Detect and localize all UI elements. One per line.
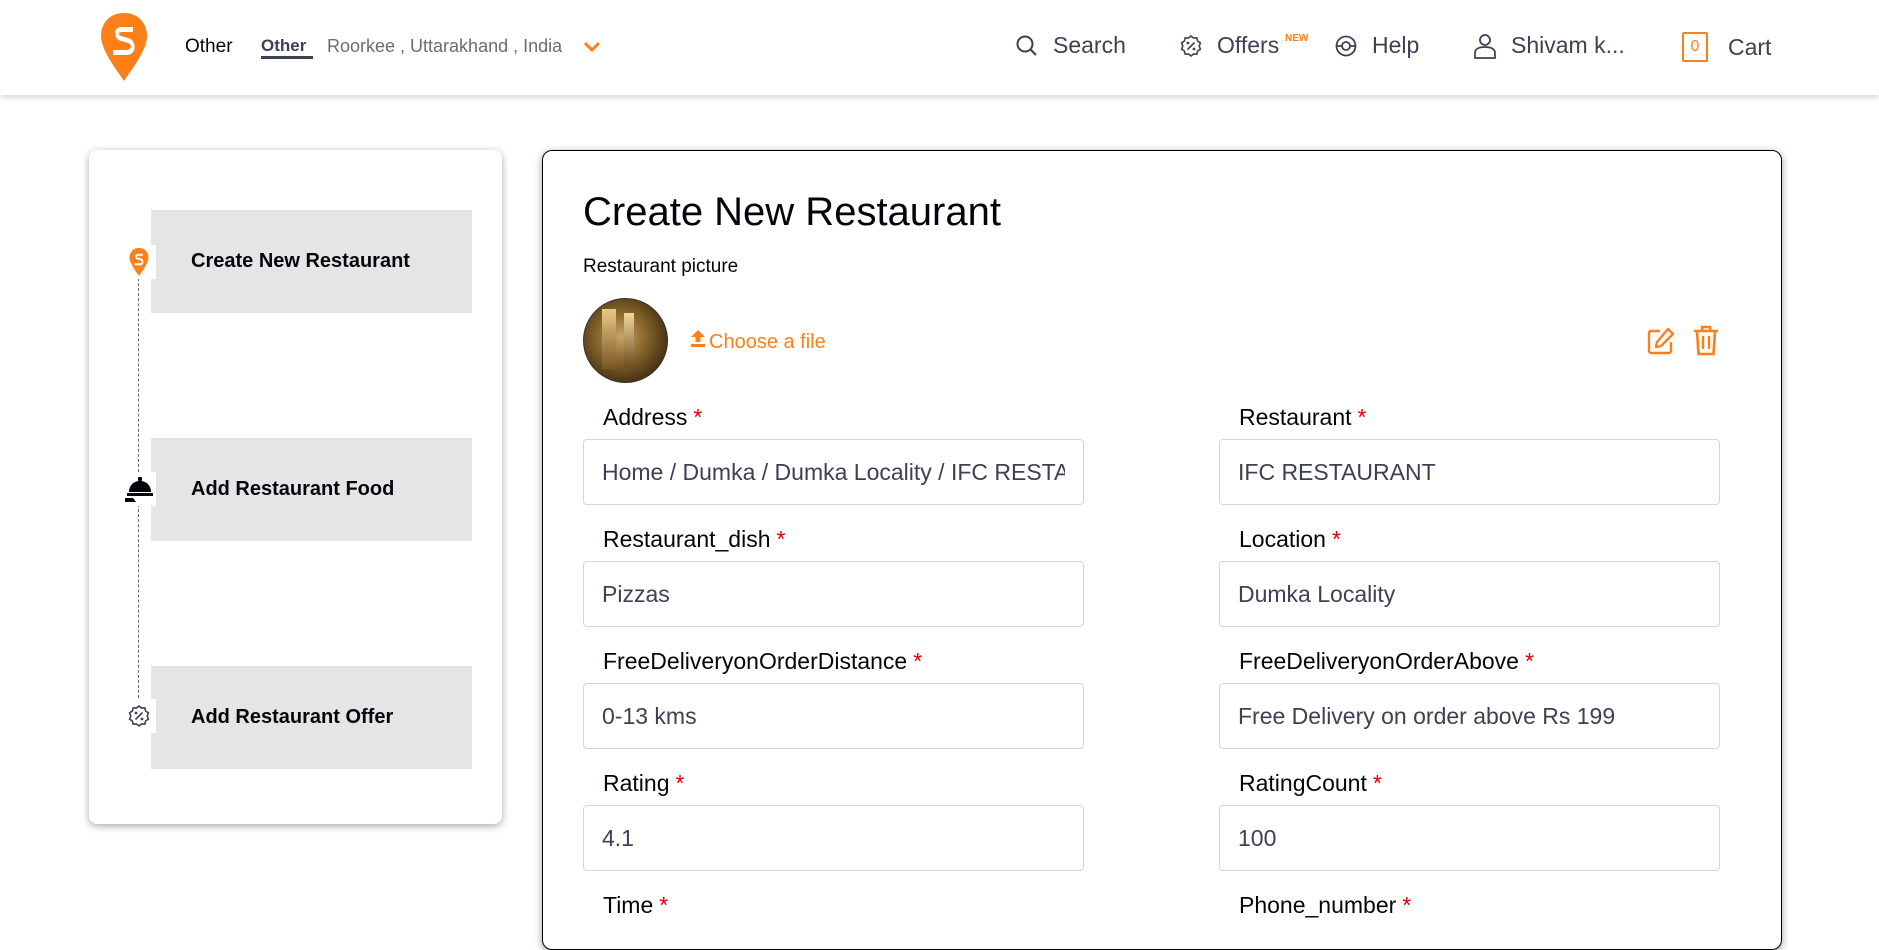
- restaurant-field[interactable]: [1219, 439, 1720, 505]
- location-subtype[interactable]: Other: [261, 36, 306, 56]
- top-navbar: Other Other Roorkee , Uttarakhand , Indi…: [0, 0, 1879, 95]
- edit-icon[interactable]: [1646, 326, 1676, 356]
- user-icon: [1474, 33, 1496, 59]
- nav-cart[interactable]: 0 Cart: [1682, 32, 1771, 62]
- nav-user-label: Shivam k...: [1511, 32, 1625, 58]
- help-lifebuoy-icon: [1335, 35, 1357, 56]
- nav-help-label: Help: [1372, 32, 1420, 58]
- trash-icon[interactable]: [1692, 325, 1720, 357]
- swiggy-logo-icon: [122, 245, 156, 279]
- swiggy-logo-icon[interactable]: [101, 13, 147, 81]
- nav-offers-label: Offers: [1217, 32, 1280, 58]
- address-field[interactable]: [583, 439, 1084, 505]
- nav-help[interactable]: Help: [1334, 32, 1419, 59]
- nav-cart-label: Cart: [1728, 33, 1772, 60]
- nav-search[interactable]: Search: [1015, 32, 1126, 59]
- nav-offers[interactable]: Offers: [1179, 32, 1279, 59]
- chevron-down-icon[interactable]: [583, 40, 601, 54]
- nav-user[interactable]: Shivam k...: [1473, 32, 1625, 59]
- step-label: Create New Restaurant: [191, 250, 410, 272]
- time-label: Time *: [603, 892, 669, 918]
- free-delivery-above-label: FreeDeliveryonOrderAbove *: [1239, 648, 1534, 674]
- food-cloche-icon: [122, 472, 156, 506]
- restaurant-dish-label: Restaurant_dish *: [603, 526, 786, 552]
- choose-file-label: Choose a file: [709, 331, 826, 353]
- nav-search-label: Search: [1053, 32, 1126, 58]
- rating-count-label: RatingCount *: [1239, 770, 1382, 796]
- search-icon: [1016, 35, 1037, 56]
- phone-number-label: Phone_number *: [1239, 892, 1412, 918]
- rating-label: Rating *: [603, 770, 685, 796]
- step-label: Add Restaurant Offer: [191, 706, 394, 728]
- step-add-restaurant-offer[interactable]: Add Restaurant Offer: [151, 666, 472, 769]
- location-label: Location *: [1239, 526, 1341, 552]
- step-create-restaurant[interactable]: Create New Restaurant: [151, 210, 472, 313]
- location-field[interactable]: [1219, 561, 1720, 627]
- form-title: Create New Restaurant: [583, 190, 1001, 234]
- rating-count-field[interactable]: [1219, 805, 1720, 871]
- location-type[interactable]: Other: [185, 36, 233, 58]
- location-underline: [261, 56, 313, 59]
- picture-label: Restaurant picture: [583, 256, 739, 277]
- offer-percent-icon: [122, 699, 156, 733]
- restaurant-label: Restaurant *: [1239, 404, 1367, 430]
- rating-field[interactable]: [583, 805, 1084, 871]
- address-label: Address *: [603, 404, 703, 430]
- step-add-restaurant-food[interactable]: Add Restaurant Food: [151, 438, 472, 541]
- upload-icon: [691, 330, 705, 347]
- choose-file-button[interactable]: Choose a file: [690, 330, 826, 354]
- restaurant-dish-field[interactable]: [583, 561, 1084, 627]
- step-label: Add Restaurant Food: [191, 478, 395, 500]
- free-delivery-distance-field[interactable]: [583, 683, 1084, 749]
- offer-percent-icon: [1180, 34, 1202, 57]
- free-delivery-above-field[interactable]: [1219, 683, 1720, 749]
- location-address[interactable]: Roorkee , Uttarakhand , India: [327, 36, 562, 57]
- cart-count-badge: 0: [1682, 32, 1708, 62]
- free-delivery-distance-label: FreeDeliveryonOrderDistance *: [603, 648, 923, 674]
- restaurant-picture: [583, 298, 668, 383]
- new-badge: NEW: [1285, 33, 1309, 44]
